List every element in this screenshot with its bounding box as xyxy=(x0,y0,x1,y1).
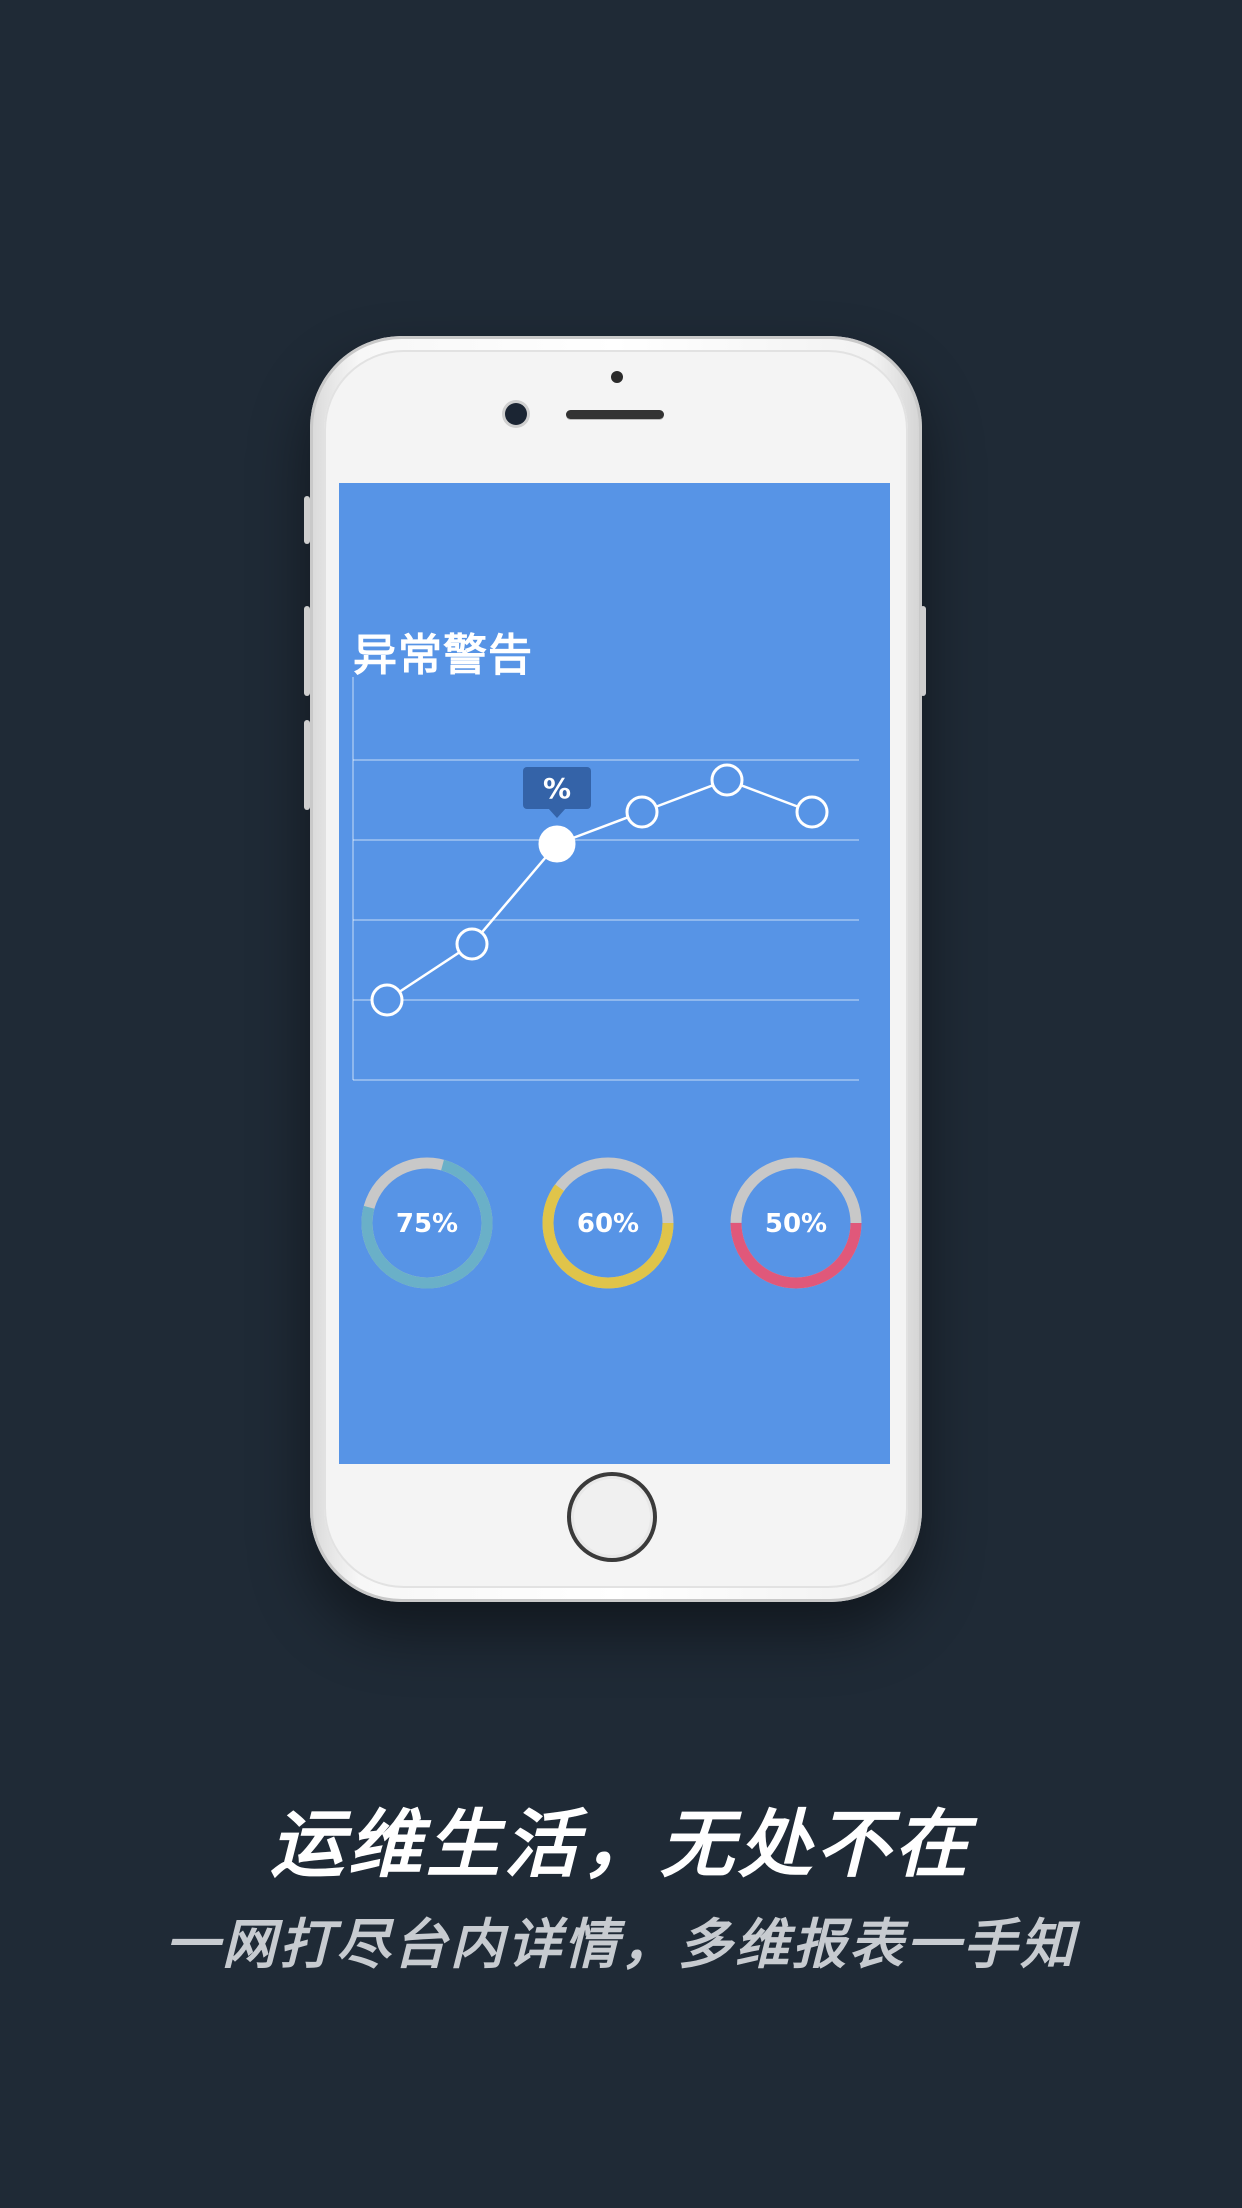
home-button[interactable] xyxy=(567,1472,657,1562)
ring-label: 60% xyxy=(577,1209,639,1239)
data-point[interactable] xyxy=(795,795,829,829)
series-line xyxy=(386,778,813,1002)
earpiece-speaker xyxy=(566,410,664,419)
data-point[interactable] xyxy=(625,795,659,829)
chart-tooltip: % xyxy=(523,767,591,818)
data-point[interactable] xyxy=(710,763,744,797)
progress-ring: 50% xyxy=(730,1157,862,1289)
ring-label: 75% xyxy=(396,1209,458,1239)
ring-label: 50% xyxy=(765,1209,827,1239)
front-camera-icon xyxy=(505,403,527,425)
progress-ring: 75% xyxy=(361,1157,493,1289)
volume-up-button xyxy=(304,606,310,696)
data-point[interactable] xyxy=(538,825,576,863)
line-chart: % 75% 60% 50% xyxy=(352,677,862,1289)
tagline-main: 运维生活，无处不在 xyxy=(270,1802,972,1888)
tooltip-arrow xyxy=(548,808,566,818)
chart-grid xyxy=(352,677,859,1081)
proximity-sensor xyxy=(611,371,623,383)
power-button xyxy=(920,606,926,696)
progress-ring: 60% xyxy=(542,1157,674,1289)
mute-switch xyxy=(304,496,310,544)
volume-down-button xyxy=(304,720,310,810)
app-screen: 异常警告 % 75% 60% 50% xyxy=(339,483,890,1464)
tooltip-text: % xyxy=(543,772,571,805)
tagline-sub: 一网打尽台内详情，多维报表一手知 xyxy=(165,1913,1077,1976)
data-point[interactable] xyxy=(455,927,489,961)
data-point[interactable] xyxy=(370,983,404,1017)
